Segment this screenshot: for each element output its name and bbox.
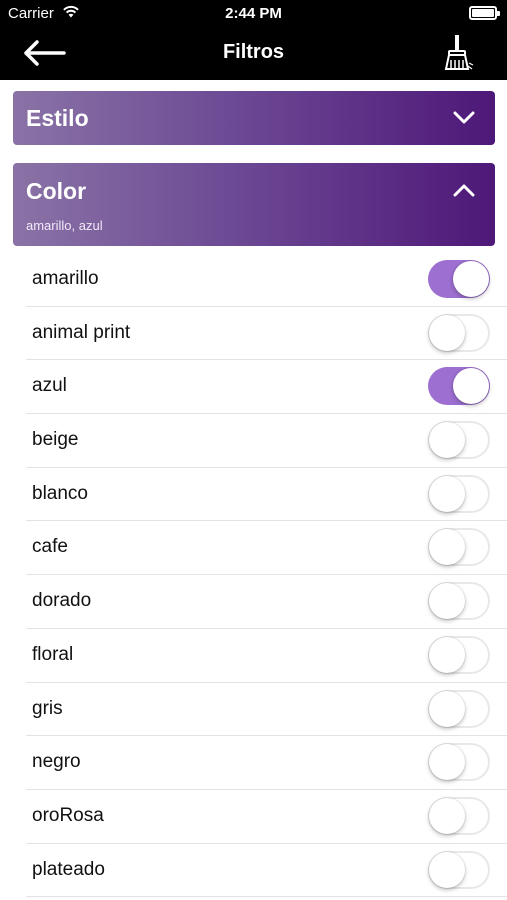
option-label: plateado (32, 858, 105, 880)
navigation-bar: Filtros (0, 26, 507, 80)
toggle-switch[interactable] (428, 474, 490, 513)
toggle-knob (453, 261, 489, 297)
toggle-knob (429, 636, 465, 673)
toggle-switch[interactable] (428, 689, 490, 728)
toggle-knob (429, 314, 465, 351)
list-item: dorado (0, 575, 507, 629)
toggle-switch[interactable] (428, 260, 490, 298)
broom-icon[interactable] (441, 34, 475, 72)
toggle-switch[interactable] (428, 528, 490, 567)
battery-icon (469, 6, 500, 20)
status-bar: Carrier 2:44 PM (0, 0, 507, 26)
list-item: oroRosa (0, 790, 507, 844)
option-label: blanco (32, 482, 88, 504)
list-item: plateado (0, 844, 507, 898)
option-label: amarillo (32, 268, 99, 289)
toggle-knob (453, 368, 489, 405)
color-option-list: amarillo animal print azul beige blanco … (0, 253, 507, 897)
list-item: azul (0, 360, 507, 414)
option-label: negro (32, 751, 81, 773)
option-label: beige (32, 429, 79, 451)
toggle-switch[interactable] (428, 796, 490, 835)
section-title-estilo: Estilo (26, 105, 89, 131)
list-item: beige (0, 414, 507, 468)
list-item: amarillo (0, 253, 507, 307)
list-item: blanco (0, 468, 507, 522)
toggle-knob (429, 583, 465, 620)
chevron-up-icon (453, 184, 475, 197)
option-label: gris (32, 697, 63, 719)
toggle-knob (429, 422, 465, 459)
list-item: negro (0, 736, 507, 790)
option-label: cafe (32, 536, 68, 558)
selected-colors-summary: amarillo, azul (26, 218, 103, 233)
toggle-switch[interactable] (428, 635, 490, 674)
list-item: animal print (0, 307, 507, 361)
status-time: 2:44 PM (225, 5, 282, 22)
option-label: floral (32, 643, 74, 665)
list-item: floral (0, 629, 507, 683)
option-label: azul (32, 375, 67, 397)
page-title: Filtros (222, 41, 285, 63)
chevron-down-icon (453, 111, 475, 124)
section-header-color[interactable]: Color amarillo, azul (13, 163, 495, 246)
option-label: oroRosa (32, 804, 104, 826)
option-label: dorado (32, 590, 92, 612)
toggle-switch[interactable] (428, 421, 490, 460)
toggle-switch[interactable] (428, 850, 490, 889)
section-header-estilo[interactable]: Estilo (13, 91, 495, 145)
toggle-switch[interactable] (428, 313, 490, 352)
list-item: cafe (0, 521, 507, 575)
toggle-switch[interactable] (428, 743, 490, 782)
toggle-knob (429, 851, 465, 888)
toggle-knob (429, 744, 465, 781)
toggle-knob (429, 690, 465, 727)
option-label: animal print (32, 321, 131, 343)
list-item: gris (0, 683, 507, 737)
toggle-knob (429, 475, 465, 512)
section-title-color: Color (26, 178, 87, 204)
toggle-knob (429, 529, 465, 566)
toggle-knob (429, 797, 465, 834)
toggle-switch[interactable] (428, 582, 490, 621)
toggle-switch[interactable] (428, 367, 490, 406)
